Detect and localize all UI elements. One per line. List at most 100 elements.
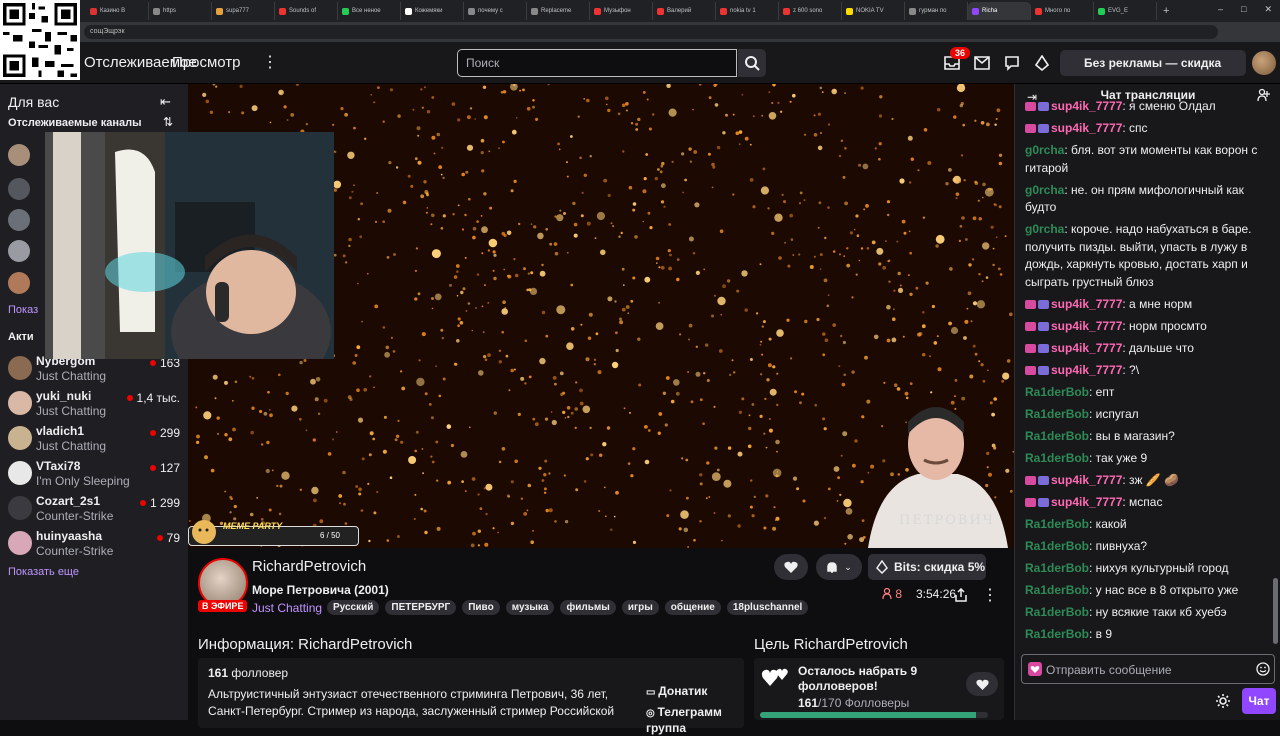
browser-tab[interactable]: nokia tv 1 — [716, 2, 779, 20]
minimize-icon[interactable]: – — [1218, 4, 1223, 15]
sort-icon[interactable]: ⇅ — [163, 115, 173, 129]
sidebar-channel[interactable]: vladich1 Just Chatting 299 — [0, 422, 188, 457]
chat-username[interactable]: sup4ik_7777 — [1051, 495, 1122, 509]
sidebar-channel[interactable]: Cozart_2s1 Counter-Strike 1 299 — [0, 492, 188, 527]
browser-tab-label: EVG_E — [1108, 8, 1129, 14]
adfree-button[interactable]: Без рекламы — скидка 40% — [1060, 50, 1246, 96]
chat-username[interactable]: Ra1derBob — [1025, 451, 1089, 465]
new-tab-icon[interactable]: + — [1163, 5, 1169, 17]
followed-channel-avatar[interactable] — [8, 209, 30, 231]
sidebar-channel[interactable]: yuki_nuki Just Chatting 1,4 тыс. — [0, 387, 188, 422]
browser-tab[interactable]: Казино В — [86, 2, 149, 20]
chat-username[interactable]: sup4ik_7777 — [1051, 297, 1122, 311]
chat-message: sup4ik_7777: дальше что — [1025, 340, 1267, 358]
stream-category[interactable]: Just Chatting — [252, 601, 322, 615]
browser-tab[interactable]: Sounds of — [275, 2, 338, 20]
browser-tab[interactable]: почему с — [464, 2, 527, 20]
browser-tab[interactable]: Валерий — [653, 2, 716, 20]
browser-tab[interactable]: Кожемяки — [401, 2, 464, 20]
search-input[interactable]: Поиск — [457, 49, 737, 77]
follow-button[interactable] — [774, 554, 808, 580]
chat-input[interactable]: Отправить сообщение — [1021, 654, 1275, 684]
browser-tab[interactable]: гурман по — [905, 2, 968, 20]
donat-link[interactable]: ▭ Донатик — [646, 684, 707, 698]
bits-button[interactable] — [1033, 54, 1051, 72]
browser-tab[interactable]: https — [149, 2, 212, 20]
chat-username[interactable]: sup4ik_7777 — [1051, 341, 1122, 355]
search-button[interactable] — [738, 49, 766, 77]
goal-title: Цель RichardPetrovich — [754, 636, 908, 653]
chat-settings-icon[interactable] — [1215, 693, 1231, 709]
notifications-toggle[interactable]: ⌄ — [816, 554, 862, 580]
telegram-link[interactable]: ◎ Телеграмм группа — [646, 705, 744, 736]
chat-username[interactable]: Ra1derBob — [1025, 583, 1089, 597]
sidebar-channel[interactable]: VTaxi78 I'm Only Sleeping 127 — [0, 457, 188, 492]
browser-tab[interactable]: Музыфон — [590, 2, 653, 20]
chat-username[interactable]: Ra1derBob — [1025, 407, 1089, 421]
chat-message: Ra1derBob: какой — [1025, 516, 1267, 534]
stream-tag[interactable]: ПЕТЕРБУРГ — [385, 600, 457, 615]
collapse-sidebar-icon[interactable]: ⇤ — [160, 94, 171, 110]
chat-username[interactable]: Ra1derBob — [1025, 385, 1089, 399]
emote-icon[interactable] — [1256, 662, 1270, 676]
followed-channel-avatar[interactable] — [8, 178, 30, 200]
browser-tab[interactable]: Все неное — [338, 2, 401, 20]
browser-tab[interactable]: supa777 — [212, 2, 275, 20]
chat-username[interactable]: sup4ik_7777 — [1051, 473, 1122, 487]
streamer-name[interactable]: RichardPetrovich — [252, 558, 366, 575]
chat-username[interactable]: Ra1derBob — [1025, 627, 1089, 641]
browser-tab[interactable]: NOKIA TV — [842, 2, 905, 20]
goal-total: /170 Фолловеры — [818, 696, 910, 710]
user-avatar[interactable] — [1252, 51, 1276, 75]
close-window-icon[interactable]: ✕ — [1264, 4, 1272, 15]
browser-tab-label: гурман по — [919, 8, 947, 14]
more-menu-icon[interactable]: ⋮ — [262, 52, 278, 72]
browser-tab[interactable]: Много по — [1031, 2, 1094, 20]
show-more-followed-link[interactable]: Показ — [8, 304, 38, 316]
stream-tag[interactable]: Пиво — [462, 600, 500, 615]
favicon-icon — [279, 7, 286, 15]
whispers-button[interactable] — [973, 54, 991, 72]
chat-username[interactable]: g0rcha — [1025, 183, 1064, 197]
meme-party-count: 6 / 50 — [319, 531, 340, 540]
chat-username[interactable]: Ra1derBob — [1025, 561, 1089, 575]
chat-username[interactable]: sup4ik_7777 — [1051, 99, 1122, 113]
stream-tag[interactable]: общение — [664, 600, 721, 615]
sidebar-channel[interactable]: huinyaasha Counter-Strike 79 — [0, 527, 188, 562]
chat-username[interactable]: sup4ik_7777 — [1051, 121, 1122, 135]
chat-username[interactable]: g0rcha — [1025, 222, 1064, 236]
followed-channel-avatar[interactable] — [8, 144, 30, 166]
stream-tag[interactable]: фильмы — [560, 600, 616, 615]
chat-username[interactable]: Ra1derBob — [1025, 517, 1089, 531]
followed-channel-avatar[interactable] — [8, 272, 30, 294]
goal-follow-button[interactable] — [966, 672, 998, 696]
browser-tab[interactable]: EVG_E — [1094, 2, 1157, 20]
chat-username[interactable]: Ra1derBob — [1025, 539, 1089, 553]
stream-tag[interactable]: Русский — [327, 600, 380, 615]
nav-browse[interactable]: Просмотр — [172, 54, 241, 71]
show-more-link[interactable]: Показать еще — [8, 566, 79, 578]
chat-username[interactable]: Ra1derBob — [1025, 605, 1089, 619]
stream-tag[interactable]: музыка — [505, 600, 555, 615]
channel-category: Just Chatting — [36, 439, 107, 453]
favicon-icon — [972, 7, 979, 15]
maximize-icon[interactable]: □ — [1241, 4, 1246, 15]
followed-channel-avatar[interactable] — [8, 240, 30, 262]
browser-tab[interactable]: Replaceme — [527, 2, 590, 20]
chat-bubble-button[interactable] — [1003, 54, 1021, 72]
share-icon[interactable] — [955, 588, 967, 602]
chat-scrollbar[interactable] — [1273, 578, 1278, 644]
stream-tag[interactable]: 18pluschannel — [726, 600, 809, 615]
chat-username[interactable]: sup4ik_7777 — [1051, 319, 1122, 333]
chat-panel: ⇥ Чат трансляции sup4ik_7777: я сменю Ол… — [1014, 84, 1280, 720]
browser-tab-bar: Казино В https supa777 Sounds of Все неное Ко… — [0, 0, 1280, 22]
chat-username[interactable]: sup4ik_7777 — [1051, 363, 1122, 377]
more-options-icon[interactable]: ⋮ — [982, 585, 998, 605]
browser-tab[interactable]: z 600 sono — [779, 2, 842, 20]
browser-tab[interactable]: Richa — [968, 2, 1031, 20]
url-input[interactable]: сощЭщрэк — [84, 25, 1218, 39]
chat-username[interactable]: g0rcha — [1025, 143, 1064, 157]
stream-tag[interactable]: игры — [621, 600, 659, 615]
chat-send-button[interactable]: Чат — [1242, 688, 1276, 714]
chat-username[interactable]: Ra1derBob — [1025, 429, 1089, 443]
